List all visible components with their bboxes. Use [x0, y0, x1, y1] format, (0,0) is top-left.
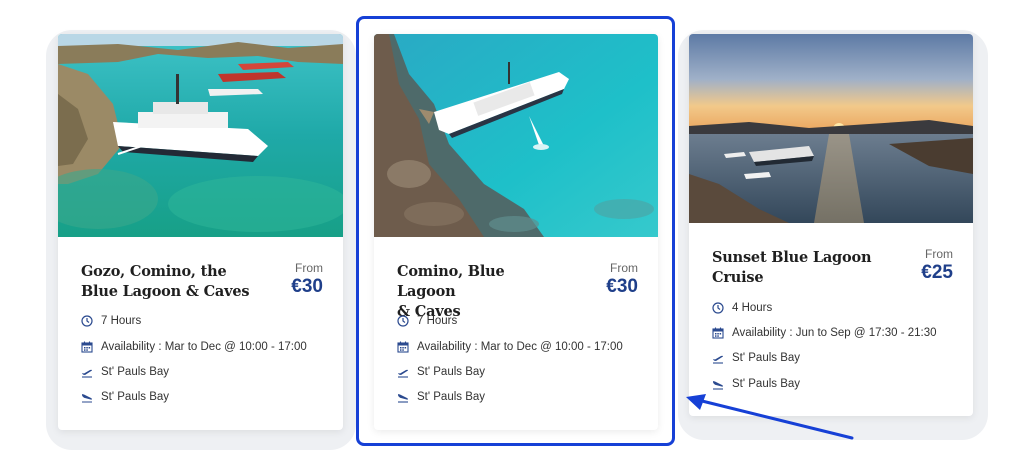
departure-text: St' Pauls Bay [101, 366, 170, 378]
departure-row: St' Pauls Bay [81, 366, 169, 378]
tour-image [58, 34, 343, 237]
plane-arrival-icon [81, 391, 93, 403]
calendar-icon [712, 327, 724, 339]
arrival-row: St' Pauls Bay [81, 391, 169, 403]
price-from-label: From [295, 261, 323, 275]
arrival-text: St' Pauls Bay [732, 378, 801, 390]
calendar-icon [81, 341, 93, 353]
duration-row: 7 Hours [81, 315, 141, 327]
tour-card-gozo-comino[interactable]: Gozo, Comino, the Blue Lagoon & Caves Fr… [58, 34, 343, 430]
tour-title-line: Gozo, Comino, the [81, 263, 227, 280]
tour-card-sunset-cruise[interactable]: Sunset Blue Lagoon Cruise From €25 4 Hou… [689, 34, 973, 416]
plane-departure-icon [81, 366, 93, 378]
clock-icon [81, 315, 93, 327]
plane-departure-icon [712, 352, 724, 364]
selection-highlight [356, 16, 675, 446]
tour-title-line: Sunset Blue Lagoon [712, 249, 872, 266]
availability-text: Availability : Mar to Dec @ 10:00 - 17:0… [101, 341, 307, 353]
annotation-arrow [686, 394, 854, 440]
arrival-row: St' Pauls Bay [712, 378, 800, 390]
tour-image [689, 34, 973, 223]
departure-text: St' Pauls Bay [732, 352, 801, 364]
availability-row: Availability : Mar to Dec @ 10:00 - 17:0… [81, 341, 307, 353]
price-value: €25 [921, 262, 953, 283]
price-from-label: From [925, 247, 953, 261]
price-value: €30 [291, 276, 323, 297]
arrival-text: St' Pauls Bay [101, 391, 170, 403]
departure-row: St' Pauls Bay [712, 352, 800, 364]
duration-text: 4 Hours [732, 302, 773, 314]
availability-row: Availability : Jun to Sep @ 17:30 - 21:3… [712, 327, 937, 339]
duration-text: 7 Hours [101, 315, 142, 327]
tour-title-line: Blue Lagoon & Caves [81, 283, 250, 300]
availability-text: Availability : Jun to Sep @ 17:30 - 21:3… [732, 327, 937, 339]
duration-row: 4 Hours [712, 302, 772, 314]
plane-arrival-icon [712, 378, 724, 390]
tour-title[interactable]: Sunset Blue Lagoon Cruise [712, 248, 882, 288]
tour-title[interactable]: Gozo, Comino, the Blue Lagoon & Caves [81, 262, 251, 302]
tour-title-line: Cruise [712, 269, 764, 286]
clock-icon [712, 302, 724, 314]
